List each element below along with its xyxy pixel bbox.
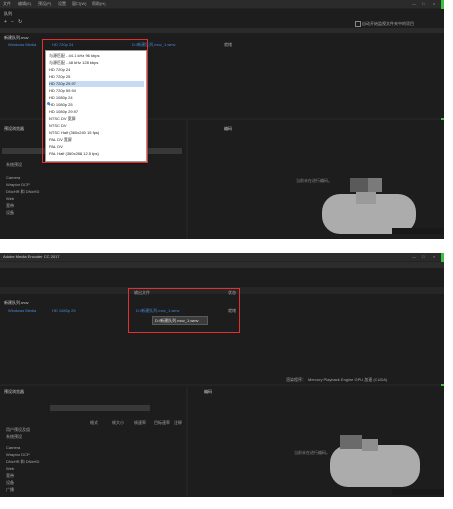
preset-col-header: 帧大小 <box>112 420 124 425</box>
auto-start-label[interactable]: 自动开始监视文件夹中的项目 <box>362 21 414 26</box>
highlight-box <box>128 288 240 333</box>
pixelated-block <box>362 439 378 451</box>
minus-icon[interactable]: − <box>11 20 14 25</box>
tree-item[interactable]: 设备 <box>6 480 14 485</box>
preset-value[interactable]: HD 1080p 25 <box>52 308 76 313</box>
format-value[interactable]: Windows Media <box>8 308 36 313</box>
preset-col-header: 帧速率 <box>134 420 146 425</box>
encoding-title: 编码 <box>204 389 212 394</box>
tree-item[interactable]: 宽带 <box>6 473 14 478</box>
tree-item[interactable]: DNxHR 和 DNxHD <box>6 189 39 194</box>
queue-item-name[interactable]: 新建队列.mov <box>4 35 29 40</box>
queue-panel: 新建队列.mov Windows Media HD 1080p 25 输出文件 … <box>0 262 444 384</box>
menu-help[interactable]: 帮助(H) <box>92 1 106 6</box>
pixelated-block <box>356 192 376 204</box>
tree-item[interactable]: Camera <box>6 175 20 180</box>
status-text: 就绪 <box>224 42 232 47</box>
menu-preset[interactable]: 预设(P) <box>38 1 51 6</box>
screenshot-bottom: Adobe Media Encoder CC 2017 — □ × 新建队列.m… <box>0 253 444 497</box>
blur-overlay <box>330 445 420 487</box>
tab-strip <box>0 262 444 268</box>
tree-item[interactable]: 宽带 <box>6 203 14 208</box>
queue-item-name[interactable]: 新建队列.mov <box>4 300 29 305</box>
pixelated-block <box>368 178 382 192</box>
preset-browser-title: 预设浏览器 <box>4 389 24 394</box>
encoding-status: 当前未在进行编码。 <box>294 450 330 455</box>
tree-item[interactable]: 系统预设 <box>6 162 22 167</box>
maximize-button[interactable]: □ <box>422 254 424 259</box>
menu-edit[interactable]: 编辑(E) <box>18 1 31 6</box>
close-button[interactable]: × <box>433 254 435 259</box>
app-title: Adobe Media Encoder CC 2017 <box>3 254 60 259</box>
auto-start-checkbox[interactable] <box>355 21 361 27</box>
column-header <box>0 28 444 33</box>
tree-item[interactable]: Web <box>6 196 14 201</box>
renderer-value[interactable]: Mercury Playback Engine GPU 加速 (CUDA) <box>308 377 387 382</box>
close-button[interactable]: × <box>433 1 435 6</box>
preset-col-header: 目标速率 <box>154 420 170 425</box>
tree-item[interactable]: 用户预设及组 <box>6 427 30 432</box>
pixelated-block <box>340 435 362 449</box>
taskbar-strip <box>392 228 444 234</box>
maximize-button[interactable]: □ <box>422 1 424 6</box>
preset-search-bar[interactable] <box>50 405 150 411</box>
preset-col-header: 注释 <box>174 420 182 425</box>
menu-settings[interactable]: 设置 <box>58 1 66 6</box>
minimize-button[interactable]: — <box>412 1 416 6</box>
menu-window[interactable]: 窗口(W) <box>72 1 86 6</box>
encoding-title: 编码 <box>224 126 232 131</box>
preset-browser-title: 预设浏览器 <box>4 126 24 131</box>
preset-col-header: 格式 <box>90 420 98 425</box>
refresh-icon[interactable]: ↻ <box>18 20 22 25</box>
tree-item[interactable]: Web <box>6 466 14 471</box>
screenshot-top: 文件 编辑(E) 预设(P) 设置 窗口(W) 帮助(H) — □ × 队列 +… <box>0 0 444 239</box>
menu-file[interactable]: 文件 <box>3 1 11 6</box>
title-bar: Adobe Media Encoder CC 2017 — □ × <box>0 253 444 261</box>
pixelated-block <box>350 178 368 192</box>
plus-icon[interactable]: + <box>4 20 7 25</box>
preset-browser: 预设浏览器 格式 帧大小 帧速率 目标速率 注释 用户预设及组 系统预设 Cam… <box>0 386 186 497</box>
queue-tab[interactable]: 队列 <box>4 11 12 16</box>
tree-item[interactable]: 广播 <box>6 487 14 492</box>
highlight-box <box>42 39 148 163</box>
tree-item[interactable]: 系统预设 <box>6 434 22 439</box>
taskbar-strip <box>392 489 444 495</box>
renderer-label: 渲染程序： <box>286 377 306 382</box>
encoding-status: 当前未在进行编码。 <box>296 178 332 183</box>
minimize-button[interactable]: — <box>412 254 416 259</box>
menu-bar: 文件 编辑(E) 预设(P) 设置 窗口(W) 帮助(H) — □ × <box>0 0 444 8</box>
tree-item[interactable]: Wraptor DCP <box>6 182 30 187</box>
tree-item[interactable]: DNxHR 和 DNxHD <box>6 459 39 464</box>
tree-item[interactable]: 设备 <box>6 210 14 215</box>
tree-item[interactable]: Wraptor DCP <box>6 452 30 457</box>
format-value[interactable]: Windows Media <box>8 42 36 47</box>
tree-item[interactable]: Camera <box>6 445 20 450</box>
